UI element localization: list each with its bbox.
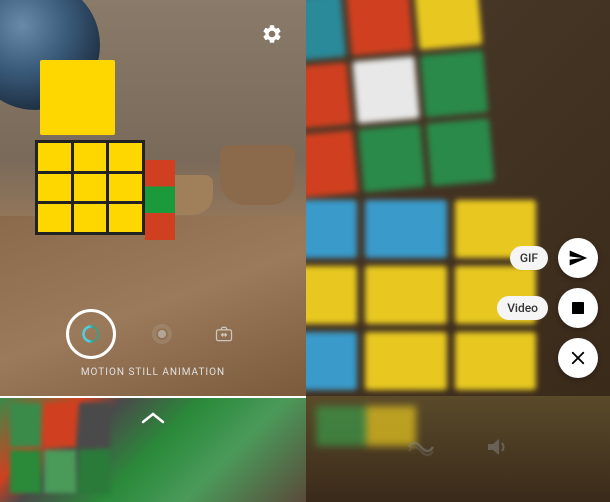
camera-flip-icon: [214, 324, 234, 344]
speaker-icon: [485, 435, 509, 459]
wave-icon: [407, 437, 435, 457]
audio-button[interactable]: [485, 435, 509, 463]
gallery-thumbnail[interactable]: [0, 396, 306, 502]
preview-panel: GIF Video: [306, 0, 610, 396]
send-gif-button[interactable]: [558, 238, 598, 278]
film-icon: [569, 299, 587, 317]
flip-camera-button[interactable]: [208, 318, 240, 350]
close-button[interactable]: [558, 338, 598, 378]
expand-gallery-button[interactable]: [139, 410, 167, 430]
gif-export-label: GIF: [510, 246, 548, 270]
gear-icon: [261, 23, 283, 45]
send-icon: [568, 248, 588, 268]
video-export-label: Video: [497, 296, 548, 320]
stabilize-button[interactable]: [407, 437, 435, 461]
preview-bottom-bar: [306, 396, 610, 502]
export-video-button[interactable]: [558, 288, 598, 328]
camera-viewfinder: MOTION STILL ANIMATION: [0, 0, 306, 396]
settings-button[interactable]: [258, 20, 286, 48]
mode-label: MOTION STILL ANIMATION: [81, 367, 225, 378]
fast-forward-swirl-icon: [150, 322, 174, 346]
switch-mode-button[interactable]: [146, 318, 178, 350]
close-icon: [569, 349, 587, 367]
shutter-button[interactable]: [66, 309, 116, 359]
chevron-up-icon: [139, 410, 167, 426]
motion-swirl-icon: [81, 324, 101, 344]
